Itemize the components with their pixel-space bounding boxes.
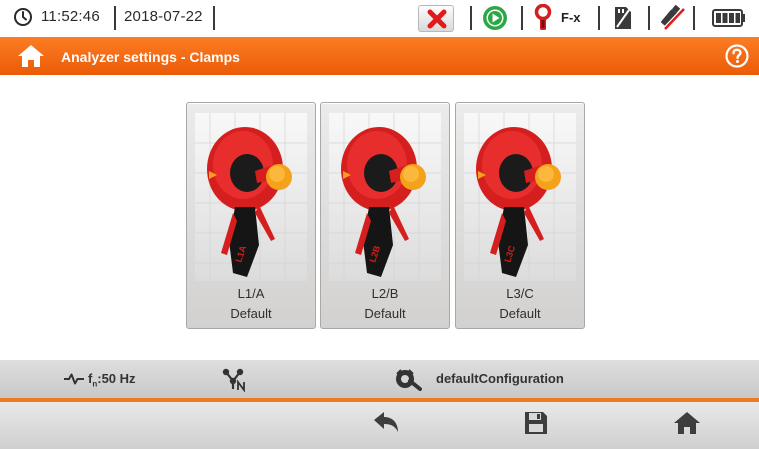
- clamp-image-frame: L1A: [195, 113, 307, 281]
- network-type-icon: [222, 368, 245, 392]
- clamp-image-frame: L3C: [464, 113, 576, 281]
- status-separator: [521, 6, 523, 30]
- clamp-image: L2B: [329, 113, 441, 281]
- status-separator: [114, 6, 116, 30]
- clamp-tile[interactable]: L3C L3/C Default: [455, 102, 585, 329]
- status-time: 11:52:46: [41, 8, 100, 25]
- battery-icon: [712, 9, 745, 27]
- frequency-readout: fn:50 Hz: [88, 371, 136, 389]
- status-bar: 11:52:46 2018-07-22 F-x: [0, 0, 759, 36]
- status-separator: [693, 6, 695, 30]
- analyzer-screen: 11:52:46 2018-07-22 F-x Analyzer setting…: [0, 0, 759, 449]
- waveform-icon: [64, 373, 84, 385]
- status-date: 2018-07-22: [124, 8, 203, 25]
- clamp-status-icon: [534, 4, 552, 30]
- home-icon[interactable]: [17, 44, 45, 68]
- save-icon: [525, 412, 547, 434]
- record-play-icon[interactable]: [482, 5, 508, 31]
- clamp-image: L3C: [464, 113, 576, 281]
- configuration-name: defaultConfiguration: [436, 371, 564, 386]
- clamp-type-label: Default: [364, 306, 406, 321]
- back-icon: [374, 412, 398, 432]
- back-button[interactable]: [369, 410, 403, 442]
- status-separator: [598, 6, 600, 30]
- clamp-tile[interactable]: L2B L2/B Default: [320, 102, 450, 329]
- home-button[interactable]: [670, 410, 704, 442]
- status-separator: [648, 6, 650, 30]
- status-separator: [470, 6, 472, 30]
- configuration-icon: [396, 369, 422, 391]
- clock-icon: [14, 8, 32, 26]
- memory-card-icon: [615, 7, 631, 29]
- clamp-tile[interactable]: L1A L1/A Default: [186, 102, 316, 329]
- clamp-channel-label: L1/A: [237, 286, 265, 301]
- usb-icon: [660, 4, 685, 30]
- error-x-icon: [427, 9, 447, 29]
- help-icon[interactable]: [725, 44, 749, 68]
- info-bar: fn:50 Hz defaultConfiguration: [0, 360, 759, 399]
- clamp-channel-label: L3/C: [506, 286, 534, 301]
- bottom-toolbar: [0, 402, 759, 449]
- clamp-image-frame: L2B: [329, 113, 441, 281]
- error-button[interactable]: [418, 5, 454, 32]
- page-title: Analyzer settings - Clamps: [61, 49, 240, 65]
- home-icon: [674, 412, 700, 434]
- clamp-fx-label: F-x: [561, 10, 581, 25]
- status-separator: [213, 6, 215, 30]
- title-bar: Analyzer settings - Clamps: [0, 37, 759, 75]
- frequency-value: :50 Hz: [97, 371, 136, 386]
- clamp-channel-label: L2/B: [371, 286, 399, 301]
- clamp-type-label: Default: [230, 306, 272, 321]
- clamp-image: L1A: [195, 113, 307, 281]
- save-button[interactable]: [519, 410, 553, 442]
- clamp-type-label: Default: [499, 306, 541, 321]
